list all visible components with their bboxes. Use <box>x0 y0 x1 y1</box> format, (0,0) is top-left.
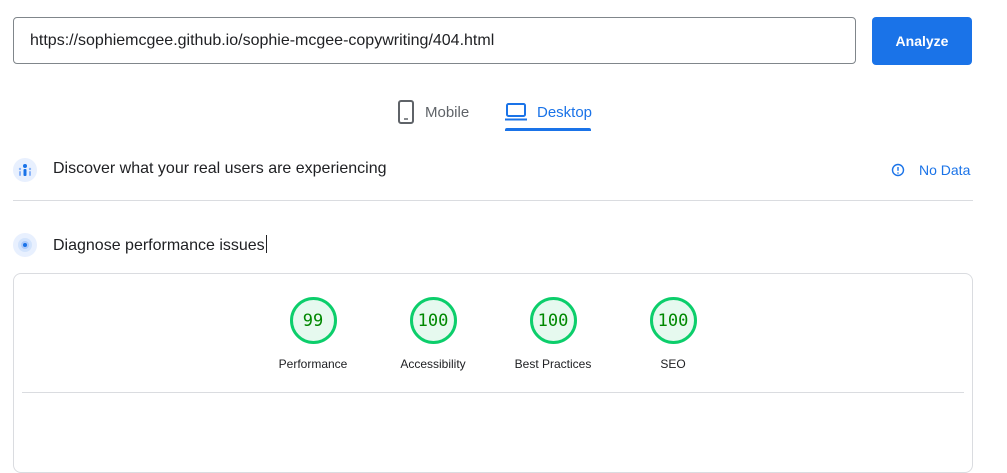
laptop-icon <box>505 103 527 121</box>
no-data-link[interactable]: No Data <box>891 162 970 178</box>
accessibility-score: 100 <box>409 297 457 344</box>
active-tab-indicator <box>505 128 591 131</box>
performance-gauge[interactable]: 99 Performance <box>253 297 373 371</box>
lab-data-title: Diagnose performance issues <box>53 235 267 255</box>
performance-score: 99 <box>289 297 337 344</box>
text-cursor <box>265 235 267 253</box>
section-divider <box>13 200 973 201</box>
url-input[interactable] <box>13 17 856 64</box>
tab-mobile[interactable]: Mobile <box>397 92 469 132</box>
tab-desktop[interactable]: Desktop <box>505 92 592 132</box>
accessibility-gauge[interactable]: 100 Accessibility <box>373 297 493 371</box>
lab-data-title-text: Diagnose performance issues <box>53 237 265 254</box>
best-practices-label: Best Practices <box>514 357 592 371</box>
seo-label: SEO <box>660 357 686 371</box>
info-icon <box>891 163 905 177</box>
no-data-label: No Data <box>919 162 971 178</box>
lighthouse-icon <box>13 233 37 257</box>
best-practices-score: 100 <box>529 297 577 344</box>
tab-desktop-label: Desktop <box>537 103 593 121</box>
field-data-title: Discover what your real users are experi… <box>53 160 387 177</box>
phone-icon <box>397 100 415 124</box>
analyze-button[interactable]: Analyze <box>872 17 972 65</box>
tab-mobile-label: Mobile <box>425 103 470 121</box>
best-practices-gauge[interactable]: 100 Best Practices <box>493 297 613 371</box>
card-divider <box>22 392 964 393</box>
users-icon <box>13 158 37 182</box>
accessibility-label: Accessibility <box>400 357 466 371</box>
seo-gauge[interactable]: 100 SEO <box>613 297 733 371</box>
seo-score: 100 <box>649 297 697 344</box>
performance-label: Performance <box>278 357 348 371</box>
